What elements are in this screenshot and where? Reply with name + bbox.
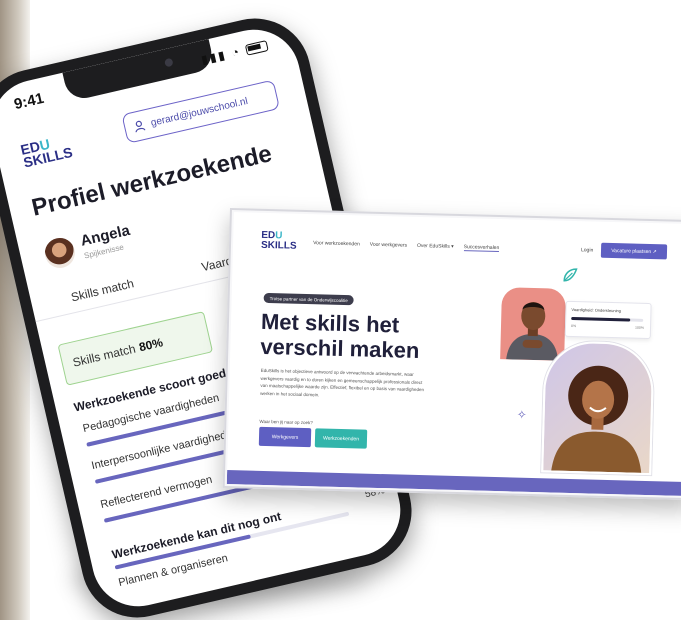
sticker-bar: [571, 316, 644, 322]
eduskills-logo[interactable]: EDU SKILLS: [260, 230, 297, 252]
status-icons: ▮▮▮ ◔: [200, 38, 269, 67]
skill-sticker-card: Vaardigheid: Ondersteuning 0% 100%: [564, 300, 652, 340]
hero-title-line2: verschil maken: [260, 333, 420, 364]
sparkle-icon: ✧: [516, 407, 527, 422]
leaf-decoration-icon: [563, 268, 578, 282]
camera-icon: [164, 57, 174, 68]
werkzoekenden-button[interactable]: Werkzoekenden: [314, 428, 368, 449]
portrait-photo-woman: [541, 340, 655, 476]
skills-match-label: Skills match: [71, 341, 137, 370]
product-mockup: 9:41 ▮▮▮ ◔ EDU SKILLS gerard@jouwschool.…: [0, 0, 681, 620]
status-time: 9:41: [12, 89, 46, 114]
user-icon: [135, 120, 146, 133]
login-link[interactable]: Login: [581, 247, 593, 253]
account-button[interactable]: gerard@jouwschool.nl: [121, 79, 281, 144]
hero-title-line1: Met skills het: [260, 308, 400, 338]
website-screen: EDU SKILLS Voor werkzoekenden Voor werkg…: [226, 212, 681, 497]
battery-icon: [244, 40, 269, 57]
sticker-max: 100%: [635, 325, 645, 330]
nav-item-werkzoekenden[interactable]: Voor werkzoekenden: [313, 240, 360, 248]
sticker-title: Vaardigheid: Ondersteuning: [571, 306, 622, 314]
avatar: [41, 234, 78, 271]
hero-title: Met skills het verschil maken: [260, 309, 420, 363]
sticker-min: 0%: [570, 323, 577, 329]
partner-badge: Trotse partner van de Onderwijscoalitie: [263, 292, 354, 306]
woman-portrait-icon: [551, 365, 642, 473]
nav-item-werkgevers[interactable]: Voor werkgevers: [370, 242, 407, 250]
eduskills-logo[interactable]: EDU SKILLS: [19, 133, 74, 171]
account-email: gerard@jouwschool.nl: [149, 95, 249, 129]
wifi-icon: ◔: [230, 44, 243, 60]
nav-item-succesverhalen[interactable]: Succesverhalen: [463, 244, 500, 253]
skills-match-value: 80%: [137, 335, 165, 355]
website-mockup: EDU SKILLS Voor werkzoekenden Voor werkg…: [222, 208, 681, 501]
main-nav: Voor werkzoekenden Voor werkgevers Over …: [313, 240, 500, 253]
skill-label: Reflecterend vermogen: [99, 473, 214, 512]
nav-item-over[interactable]: Over EduSkills ▾: [417, 243, 454, 251]
man-portrait-icon: [506, 301, 559, 361]
hero-description: EduSkills is het objectieve antwoord op …: [260, 367, 425, 397]
portrait-photo-man: [500, 287, 566, 361]
sticker-bar-fill: [571, 316, 631, 322]
logo-text-skills: SKILLS: [260, 239, 297, 252]
vacature-plaatsen-button[interactable]: Vacature plaatsen ↗: [600, 242, 668, 260]
choose-label: Waar ben jij naar op zoek?: [259, 418, 313, 426]
skill-label: Plannen & organiseren: [117, 552, 230, 590]
werkgevers-button[interactable]: Werkgevers: [258, 426, 312, 448]
